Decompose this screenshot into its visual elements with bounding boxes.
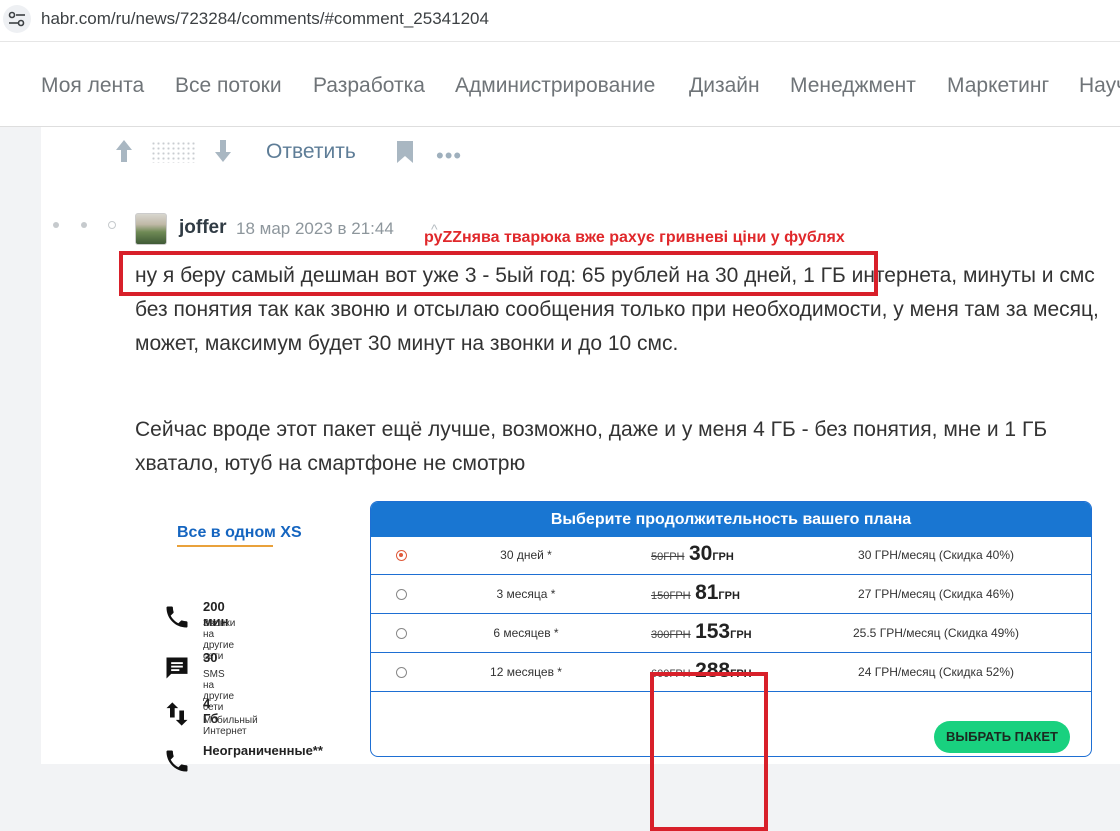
- radio-button[interactable]: [396, 628, 407, 639]
- bookmark-icon[interactable]: [396, 140, 414, 164]
- plan-name: Все в одном XS: [177, 524, 302, 541]
- highlight-box: [119, 251, 878, 296]
- period-label: 3 месяца *: [496, 587, 556, 601]
- radio-button[interactable]: [396, 667, 407, 678]
- reply-button[interactable]: Ответить: [266, 140, 356, 164]
- nav-item-design[interactable]: Дизайн: [689, 74, 760, 98]
- table-row[interactable]: 3 месяца * 150ГРН 81ГРН 27 ГРН/месяц (Ск…: [371, 576, 1091, 614]
- nav-item-marketing[interactable]: Маркетинг: [947, 74, 1049, 98]
- thread-dot: [53, 222, 59, 228]
- annotation-text: руZZнява тварюка вже рахує гривневі ціни…: [424, 229, 845, 246]
- highlight-box: [650, 672, 768, 831]
- currency: ГРН: [730, 629, 752, 641]
- monthly-price: 30 ГРН/месяц (Скидка 40%): [858, 548, 1014, 562]
- period-label: 30 дней *: [500, 548, 552, 562]
- comment-author[interactable]: joffer: [179, 217, 227, 239]
- new-price: 81: [695, 581, 719, 604]
- tariff-screenshot: Все в одном XS 200 мин Звонки на другие …: [135, 491, 1095, 831]
- comment-date[interactable]: 18 мар 2023 в 21:44: [236, 219, 394, 239]
- downvote-arrow-icon[interactable]: [214, 139, 232, 163]
- url-text[interactable]: habr.com/ru/news/723284/comments/#commen…: [41, 9, 489, 29]
- period-label: 6 месяцев *: [493, 626, 559, 640]
- sms-icon: [166, 657, 188, 679]
- nav-item-administration[interactable]: Администрирование: [455, 74, 655, 98]
- data-transfer-icon: [166, 702, 188, 726]
- radio-button[interactable]: [396, 589, 407, 600]
- thread-ring: [108, 221, 116, 229]
- monthly-price: 27 ГРН/месяц (Скидка 46%): [858, 587, 1014, 601]
- old-price: 300ГРН: [651, 629, 691, 641]
- old-price: 50ГРН: [651, 551, 685, 563]
- plan-name-underline: [177, 545, 273, 547]
- table-header: Выберите продолжительность вашего плана: [371, 502, 1091, 537]
- nav-item-development[interactable]: Разработка: [313, 74, 425, 98]
- address-bar: habr.com/ru/news/723284/comments/#commen…: [0, 0, 1120, 42]
- avatar[interactable]: [135, 213, 167, 245]
- nav-item-science[interactable]: Науч: [1079, 74, 1120, 98]
- nav-item-management[interactable]: Менеджмент: [790, 74, 916, 98]
- nav-item-my-feed[interactable]: Моя лента: [41, 74, 144, 98]
- flows-nav: Моя лента Все потоки Разработка Админист…: [0, 42, 1120, 127]
- currency: ГРН: [712, 551, 734, 563]
- phone-icon: [166, 750, 188, 772]
- comment-paragraph: Сейчас вроде этот пакет ещё лучше, возмо…: [135, 418, 1048, 475]
- more-options-icon[interactable]: •••: [436, 143, 462, 169]
- rating-placeholder: [151, 141, 195, 163]
- price-cell: 300ГРН 153ГРН: [651, 620, 781, 644]
- currency: ГРН: [718, 590, 740, 602]
- thread-dot: [81, 222, 87, 228]
- feature-subtitle: Мобильный Интернет: [203, 715, 258, 737]
- comments-content: Ответить ••• joffer 18 мар 2023 в 21:44 …: [41, 127, 1120, 831]
- monthly-price: 25.5 ГРН/месяц (Скидка 49%): [853, 626, 1019, 640]
- upvote-arrow-icon[interactable]: [115, 139, 133, 163]
- new-price: 30: [688, 542, 713, 565]
- feature-title: Неограниченные**: [203, 743, 323, 758]
- select-package-button[interactable]: ВЫБРАТЬ ПАКЕТ: [934, 721, 1070, 753]
- period-label: 12 месяцев *: [490, 665, 562, 679]
- price-cell: 150ГРН 81ГРН: [651, 581, 781, 605]
- new-price: 153: [695, 620, 731, 643]
- old-price: 150ГРН: [651, 590, 691, 602]
- nav-item-all-flows[interactable]: Все потоки: [175, 74, 282, 98]
- table-row[interactable]: 6 месяцев * 300ГРН 153ГРН 25.5 ГРН/месяц…: [371, 615, 1091, 653]
- monthly-price: 24 ГРН/месяц (Скидка 52%): [858, 665, 1014, 679]
- comment-actions: Ответить •••: [41, 127, 641, 177]
- site-settings-icon[interactable]: [3, 5, 31, 33]
- radio-button[interactable]: [396, 550, 407, 561]
- price-cell: 50ГРН 30ГРН: [651, 542, 781, 566]
- feature-title: 30: [203, 650, 218, 665]
- table-row[interactable]: 30 дней * 50ГРН 30ГРН 30 ГРН/месяц (Скид…: [371, 537, 1091, 575]
- phone-icon: [166, 606, 188, 628]
